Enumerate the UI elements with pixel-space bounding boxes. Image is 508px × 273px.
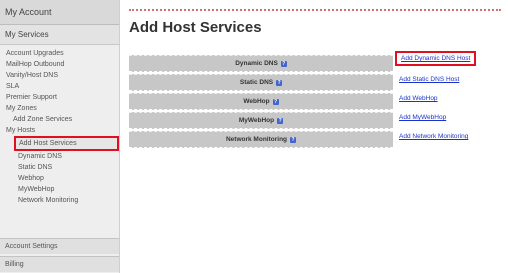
service-name: Dynamic DNS bbox=[235, 60, 278, 67]
page-title: Add Host Services bbox=[129, 19, 262, 36]
service-name: WebHop bbox=[243, 98, 270, 105]
sidebar-item-add-host-services[interactable]: Add Host Services bbox=[14, 136, 119, 151]
sidebar-account-settings[interactable]: Account Settings bbox=[0, 238, 119, 254]
service-row: Static DNS? Add Static DNS Host bbox=[129, 74, 499, 91]
host-services-table: Dynamic DNS? Add Dynamic DNS Host Static D… bbox=[129, 51, 499, 150]
service-name: Network Monitoring bbox=[225, 136, 288, 143]
add-service-link[interactable]: Add WebHop bbox=[399, 95, 438, 102]
service-label-cell: WebHop? bbox=[129, 93, 393, 110]
sidebar-item-my-zones[interactable]: My Zones bbox=[0, 103, 119, 114]
service-row: Network Monitoring? Add Network Monitorin… bbox=[129, 131, 499, 148]
service-name: Static DNS bbox=[239, 79, 274, 86]
help-icon[interactable]: ? bbox=[290, 136, 297, 143]
sidebar-item-mywebhop[interactable]: MyWebHop bbox=[0, 184, 119, 195]
sidebar-item-premier-support[interactable]: Premier Support bbox=[0, 92, 119, 103]
help-icon[interactable]: ? bbox=[276, 79, 283, 86]
sidebar-item-sla[interactable]: SLA bbox=[0, 81, 119, 92]
add-service-link[interactable]: Add Dynamic DNS Host bbox=[394, 51, 477, 66]
service-row: Dynamic DNS? Add Dynamic DNS Host bbox=[129, 51, 499, 72]
sidebar-item-webhop[interactable]: Webhop bbox=[0, 173, 119, 184]
sidebar-item-network-monitoring[interactable]: Network Monitoring bbox=[0, 195, 119, 206]
sidebar: My Account My Services Account Upgrades M… bbox=[0, 0, 120, 273]
sidebar-nav-list: Account Upgrades MailHop Outbound Vanity/H… bbox=[0, 45, 119, 206]
add-service-link[interactable]: Add Network Monitoring bbox=[399, 133, 468, 140]
service-label-cell: MyWebHop? bbox=[129, 112, 393, 129]
service-name: MyWebHop bbox=[238, 117, 275, 124]
sidebar-header-my-account[interactable]: My Account bbox=[0, 0, 119, 25]
service-label-cell: Network Monitoring? bbox=[129, 131, 393, 148]
add-service-link[interactable]: Add Static DNS Host bbox=[399, 76, 459, 83]
service-row: WebHop? Add WebHop bbox=[129, 93, 499, 110]
sidebar-item-account-upgrades[interactable]: Account Upgrades bbox=[0, 48, 119, 59]
sidebar-billing[interactable]: Billing bbox=[0, 256, 119, 272]
help-icon[interactable]: ? bbox=[280, 60, 287, 67]
service-label-cell: Static DNS? bbox=[129, 74, 393, 91]
sidebar-section-my-services[interactable]: My Services bbox=[0, 25, 119, 45]
help-icon[interactable]: ? bbox=[277, 117, 284, 124]
sidebar-item-dynamic-dns[interactable]: Dynamic DNS bbox=[0, 151, 119, 162]
sidebar-item-add-zone-services[interactable]: Add Zone Services bbox=[0, 114, 119, 125]
sidebar-item-vanity-host-dns[interactable]: Vanity/Host DNS bbox=[0, 70, 119, 81]
add-service-link[interactable]: Add MyWebHop bbox=[399, 114, 446, 121]
sidebar-item-my-hosts[interactable]: My Hosts bbox=[0, 125, 119, 136]
service-row: MyWebHop? Add MyWebHop bbox=[129, 112, 499, 129]
sidebar-item-mailhop-outbound[interactable]: MailHop Outbound bbox=[0, 59, 119, 70]
help-icon[interactable]: ? bbox=[272, 98, 279, 105]
service-label-cell: Dynamic DNS? bbox=[129, 55, 393, 72]
title-divider bbox=[129, 9, 501, 11]
sidebar-item-static-dns[interactable]: Static DNS bbox=[0, 162, 119, 173]
